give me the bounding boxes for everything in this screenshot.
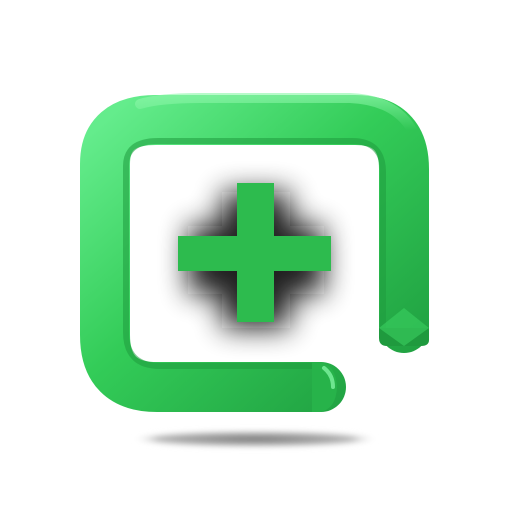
- plus-icon: [178, 183, 331, 322]
- ground-shadow: [131, 431, 379, 447]
- app-logo-icon: [80, 93, 429, 447]
- icon-canvas: [0, 0, 512, 512]
